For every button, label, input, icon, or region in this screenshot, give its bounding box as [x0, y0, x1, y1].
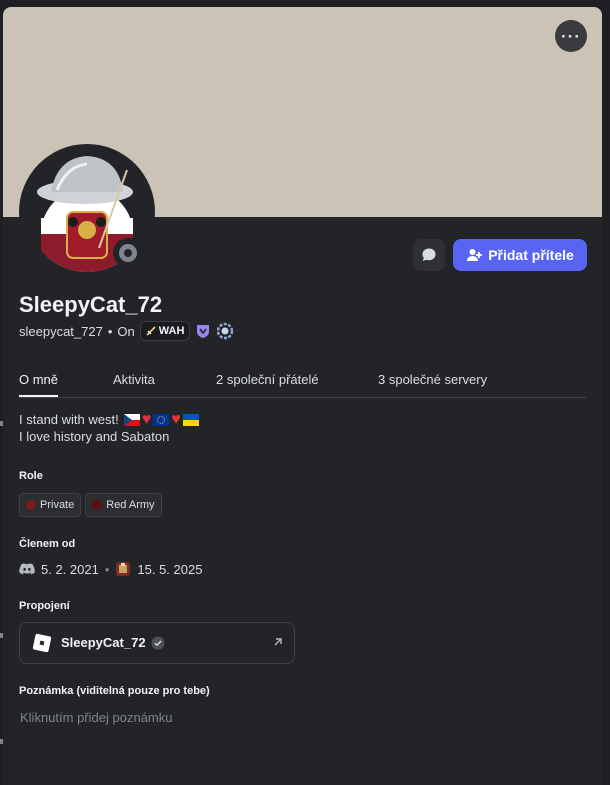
profile-tabs: O mně Aktivita 2 společní přátelé 3 spol…: [19, 371, 586, 398]
guild-tag-label: WAH: [158, 325, 185, 337]
tab-mutual-servers[interactable]: 3 společné servery: [378, 372, 487, 387]
discord-join-date: 5. 2. 2021: [41, 561, 99, 577]
czech-flag-icon: [123, 413, 140, 426]
username-row: sleepycat_727 • On WAH: [19, 321, 234, 341]
add-friend-button[interactable]: Přidat přítele: [453, 239, 587, 271]
connections-heading: Propojení: [19, 600, 70, 612]
sword-icon: [146, 326, 156, 336]
message-button[interactable]: [413, 239, 445, 271]
add-friend-icon: [467, 249, 483, 261]
status-indicator: [113, 238, 143, 268]
avatar-frame: [19, 144, 155, 280]
server-icon: [116, 562, 131, 576]
bio-line: I love history and Sabaton: [19, 429, 170, 444]
role-pill[interactable]: Red Army: [85, 493, 162, 517]
member-since-heading: Členem od: [19, 538, 76, 550]
heart-icon: ♥: [171, 410, 181, 428]
server-join-date: 15. 5. 2025: [137, 561, 203, 577]
guild-tag[interactable]: WAH: [139, 321, 191, 341]
note-input[interactable]: Kliknutím přidej poznámku: [20, 710, 172, 725]
active-tab-indicator: [19, 395, 58, 397]
username: sleepycat_727: [19, 323, 103, 339]
separator-dot: •: [107, 323, 113, 339]
role-color-dot: [26, 500, 36, 510]
bio-line: I stand with west! ♥ ♥: [19, 411, 199, 428]
more-options-button[interactable]: ···: [555, 20, 587, 52]
ukraine-flag-icon: [182, 413, 199, 426]
role-pill[interactable]: Private: [19, 493, 82, 517]
discord-icon: [19, 563, 35, 575]
pronouns: On: [117, 323, 135, 339]
role-label: Private: [40, 499, 75, 511]
hypesquad-badge-icon[interactable]: [195, 323, 211, 339]
roles-heading: Role: [19, 470, 43, 482]
nitro-badge-icon[interactable]: [216, 322, 234, 340]
more-icon: ···: [561, 26, 581, 46]
connection-account-name: SleepyCat_72: [61, 635, 146, 650]
role-color-dot: [92, 500, 103, 510]
tab-activity[interactable]: Aktivita: [113, 372, 155, 387]
eu-flag-icon: [153, 413, 170, 426]
heart-icon: ♥: [141, 410, 152, 428]
external-link-icon[interactable]: [272, 636, 284, 648]
role-label: Red Army: [106, 499, 155, 511]
connection-card[interactable]: SleepyCat_72: [19, 622, 295, 664]
tab-mutual-friends[interactable]: 2 společní přátelé: [216, 372, 319, 387]
tab-about-me[interactable]: O mně: [19, 372, 58, 387]
offline-status-icon: [119, 244, 137, 262]
roles-list: Private Red Army: [19, 493, 162, 517]
verified-icon: [151, 636, 165, 649]
add-friend-label: Přidat přítele: [488, 247, 574, 263]
roblox-icon: [32, 633, 52, 653]
bio: I stand with west! ♥ ♥ I love history an…: [19, 411, 199, 445]
connection-account: SleepyCat_72: [61, 635, 165, 650]
bio-text: I stand with west!: [19, 412, 119, 427]
display-name: SleepyCat_72: [19, 292, 163, 317]
message-icon: [422, 248, 436, 261]
separator-dot: •: [104, 561, 110, 577]
member-since-row: 5. 2. 2021 • 15. 5. 2025: [19, 560, 202, 578]
user-profile-card: ··· Přidat přítele SleepyCat_72 sleepyca…: [3, 7, 602, 785]
note-heading: Poznámka (viditelná pouze pro tebe): [19, 685, 210, 697]
